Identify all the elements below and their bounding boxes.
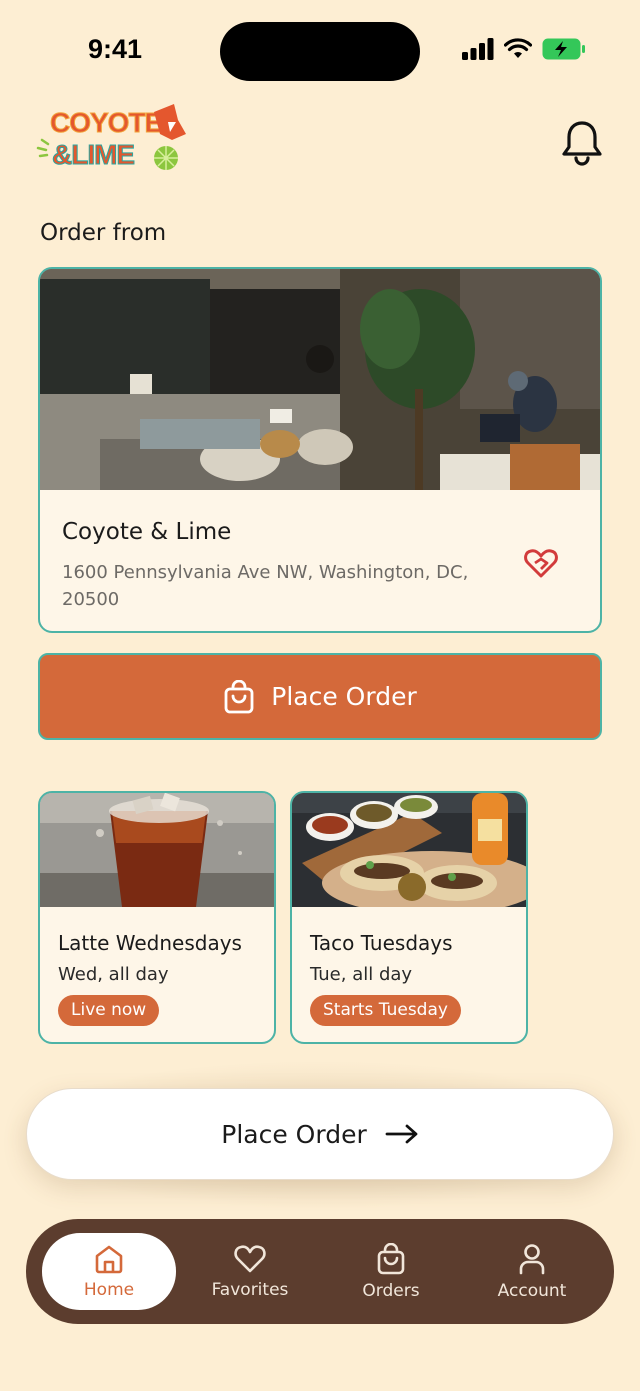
shopping-bag-icon — [224, 679, 254, 713]
favorite-location-icon[interactable] — [524, 547, 558, 579]
location-name: Coyote & Lime — [62, 519, 232, 545]
promo-title: Taco Tuesdays — [310, 931, 453, 955]
heart-icon — [234, 1244, 266, 1272]
status-bar: 9:41 — [0, 0, 640, 100]
location-address: 1600 Pennsylvania Ave NW, Washington, DC… — [62, 562, 469, 610]
promo-status-badge: Live now — [58, 995, 160, 1026]
floating-place-order-label: Place Order — [221, 1119, 367, 1149]
nav-orders-label: Orders — [362, 1280, 420, 1301]
place-order-label: Place Order — [271, 682, 417, 711]
signal-icon — [462, 38, 494, 60]
nav-orders[interactable]: Orders — [324, 1233, 458, 1310]
order-from-heading: Order from — [40, 220, 167, 246]
svg-text:&LIME: &LIME — [52, 139, 134, 170]
nav-home-label: Home — [83, 1279, 135, 1300]
tacos-photo — [292, 793, 526, 907]
status-icons — [462, 38, 586, 60]
svg-text:COYOTE: COYOTE — [50, 107, 163, 138]
promo-schedule: Tue, all day — [310, 964, 413, 985]
promo-card-taco[interactable]: Taco Tuesdays Tue, all day Starts Tuesda… — [290, 791, 528, 1044]
nav-home[interactable]: Home — [42, 1233, 176, 1310]
bell-icon[interactable] — [560, 118, 604, 166]
bag-icon — [377, 1242, 405, 1274]
coyote-lime-logo: COYOTE &LIME — [36, 104, 186, 171]
promo-title: Latte Wednesdays — [58, 931, 242, 955]
location-card[interactable]: Coyote & Lime 1600 Pennsylvania Ave NW, … — [38, 267, 602, 633]
bottom-navigation: Home Favorites Orders Account — [26, 1219, 614, 1324]
person-icon — [519, 1243, 545, 1274]
promo-card-latte[interactable]: Latte Wednesdays Wed, all day Live now — [38, 791, 276, 1044]
home-icon — [95, 1245, 123, 1273]
wifi-icon — [504, 38, 532, 58]
dynamic-island — [220, 22, 420, 81]
cafe-interior-photo — [40, 269, 600, 490]
promo-status-badge: Starts Tuesday — [310, 995, 461, 1026]
arrow-right-icon — [385, 1124, 418, 1144]
nav-favorites[interactable]: Favorites — [183, 1233, 317, 1310]
nav-account-label: Account — [497, 1280, 567, 1301]
nav-favorites-label: Favorites — [211, 1279, 289, 1300]
iced-coffee-photo — [40, 793, 274, 907]
nav-account[interactable]: Account — [465, 1233, 599, 1310]
floating-place-order-button[interactable]: Place Order — [26, 1088, 614, 1180]
promo-schedule: Wed, all day — [58, 964, 169, 985]
battery-charging-icon — [542, 38, 585, 60]
place-order-button[interactable]: Place Order — [38, 653, 602, 740]
status-time: 9:41 — [88, 34, 143, 64]
